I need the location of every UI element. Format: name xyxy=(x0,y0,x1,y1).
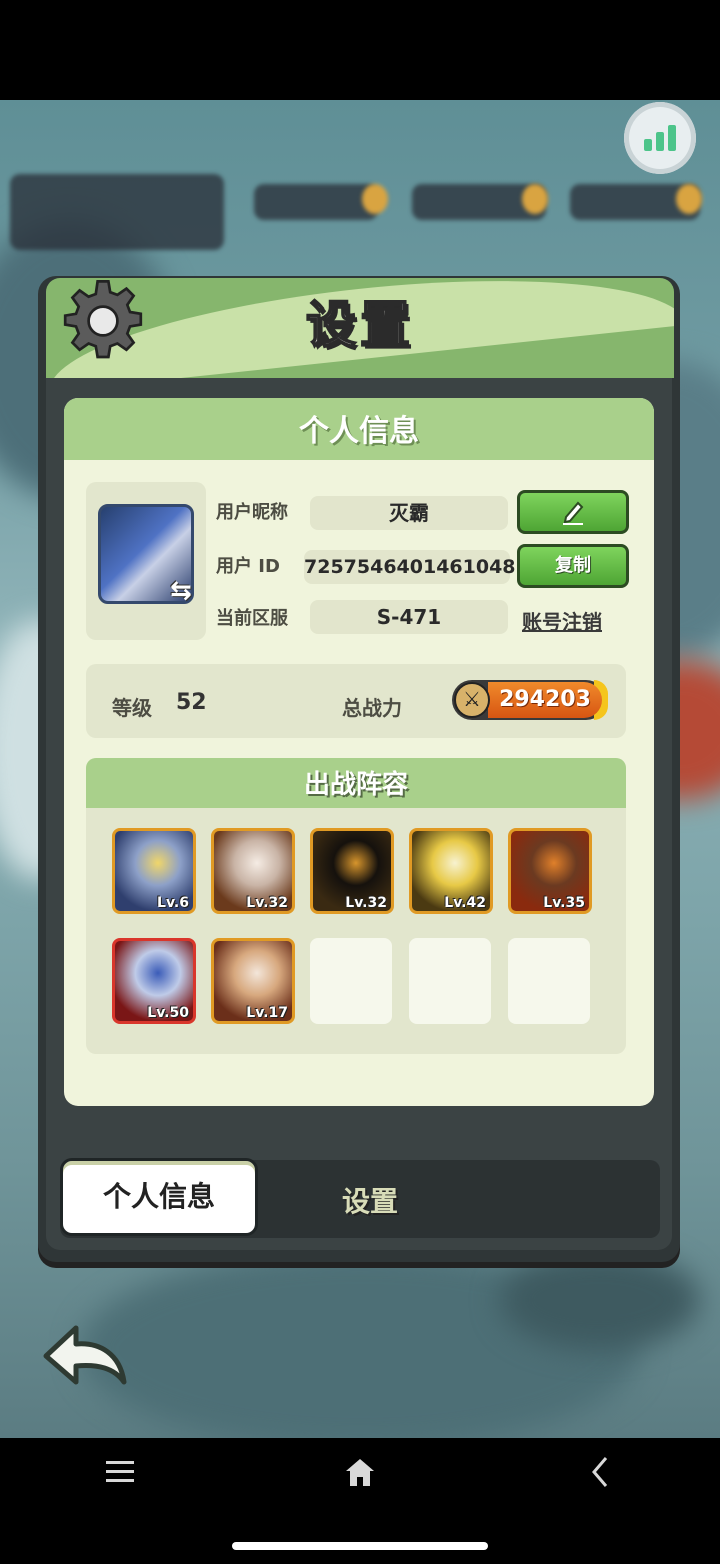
hero-slot[interactable]: Lv.42 xyxy=(409,828,493,914)
empty-hero-slot[interactable] xyxy=(409,938,491,1024)
card-title: 个人信息 xyxy=(299,414,419,449)
empty-hero-slot[interactable] xyxy=(508,938,590,1024)
cancel-account-link[interactable]: 账号注销 xyxy=(522,606,602,635)
power-value: 294203 xyxy=(488,682,602,718)
hero-slot[interactable]: Lv.50 xyxy=(112,938,196,1024)
level-label: 等级 xyxy=(112,696,152,720)
hud-resource-1 xyxy=(254,184,378,220)
page-title: 设置 xyxy=(305,295,414,355)
user-id-field: 7257546401461048 xyxy=(304,550,516,584)
hero-slot[interactable]: Lv.35 xyxy=(508,828,592,914)
hero-level: Lv.35 xyxy=(543,895,585,911)
swap-icon[interactable]: ⇆ xyxy=(170,576,192,606)
hero-level: Lv.50 xyxy=(147,1005,189,1021)
back-arrow-icon[interactable] xyxy=(40,1320,130,1392)
edit-nickname-button[interactable] xyxy=(517,490,629,534)
level-value: 52 xyxy=(176,690,207,715)
nickname-label: 用户昵称 xyxy=(216,502,288,523)
tab-profile[interactable]: 个人信息 xyxy=(60,1158,258,1236)
hud-coin-icon xyxy=(522,184,548,214)
hero-slot[interactable]: Lv.17 xyxy=(211,938,295,1024)
home-icon[interactable] xyxy=(342,1454,378,1490)
copy-button[interactable]: 复制 xyxy=(517,544,629,588)
hero-level: Lv.32 xyxy=(246,895,288,911)
menu-icon[interactable] xyxy=(104,1456,136,1488)
back-icon[interactable] xyxy=(588,1454,612,1490)
hero-slot[interactable]: Lv.32 xyxy=(310,828,394,914)
server-field: S-471 xyxy=(310,600,508,634)
lineup-title: 出战阵容 xyxy=(303,770,408,800)
power-label: 总战力 xyxy=(342,696,402,720)
hud-coin-icon xyxy=(676,184,702,214)
hud-coin-icon xyxy=(362,184,388,214)
hero-level: Lv.6 xyxy=(157,895,189,911)
lineup-section: 出战阵容 Lv.6 Lv.32 Lv.32 Lv.42 Lv.35 Lv.50 Lv.17 xyxy=(86,758,626,1054)
gear-icon xyxy=(63,280,143,359)
nickname-field: 灭霸 xyxy=(310,496,508,530)
hud-player-box xyxy=(10,174,224,250)
hero-level: Lv.32 xyxy=(345,895,387,911)
server-label: 当前区服 xyxy=(216,608,288,629)
hero-slot[interactable]: Lv.6 xyxy=(112,828,196,914)
edit-icon xyxy=(563,501,584,525)
signal-button[interactable] xyxy=(624,102,696,174)
home-indicator[interactable] xyxy=(232,1542,488,1550)
user-id-label: 用户 ID xyxy=(216,556,280,577)
tab-settings[interactable]: 设置 xyxy=(300,1180,440,1220)
sword-icon: ⚔ xyxy=(454,682,490,718)
empty-hero-slot[interactable] xyxy=(310,938,392,1024)
hero-slot[interactable]: Lv.32 xyxy=(211,828,295,914)
signal-icon xyxy=(642,125,678,151)
profile-card: 个人信息 ⇆ 用户昵称 灭霸 用户 ID 7257546401461048 复制… xyxy=(64,398,654,1106)
hero-level: Lv.42 xyxy=(444,895,486,911)
hero-level: Lv.17 xyxy=(246,1005,288,1021)
